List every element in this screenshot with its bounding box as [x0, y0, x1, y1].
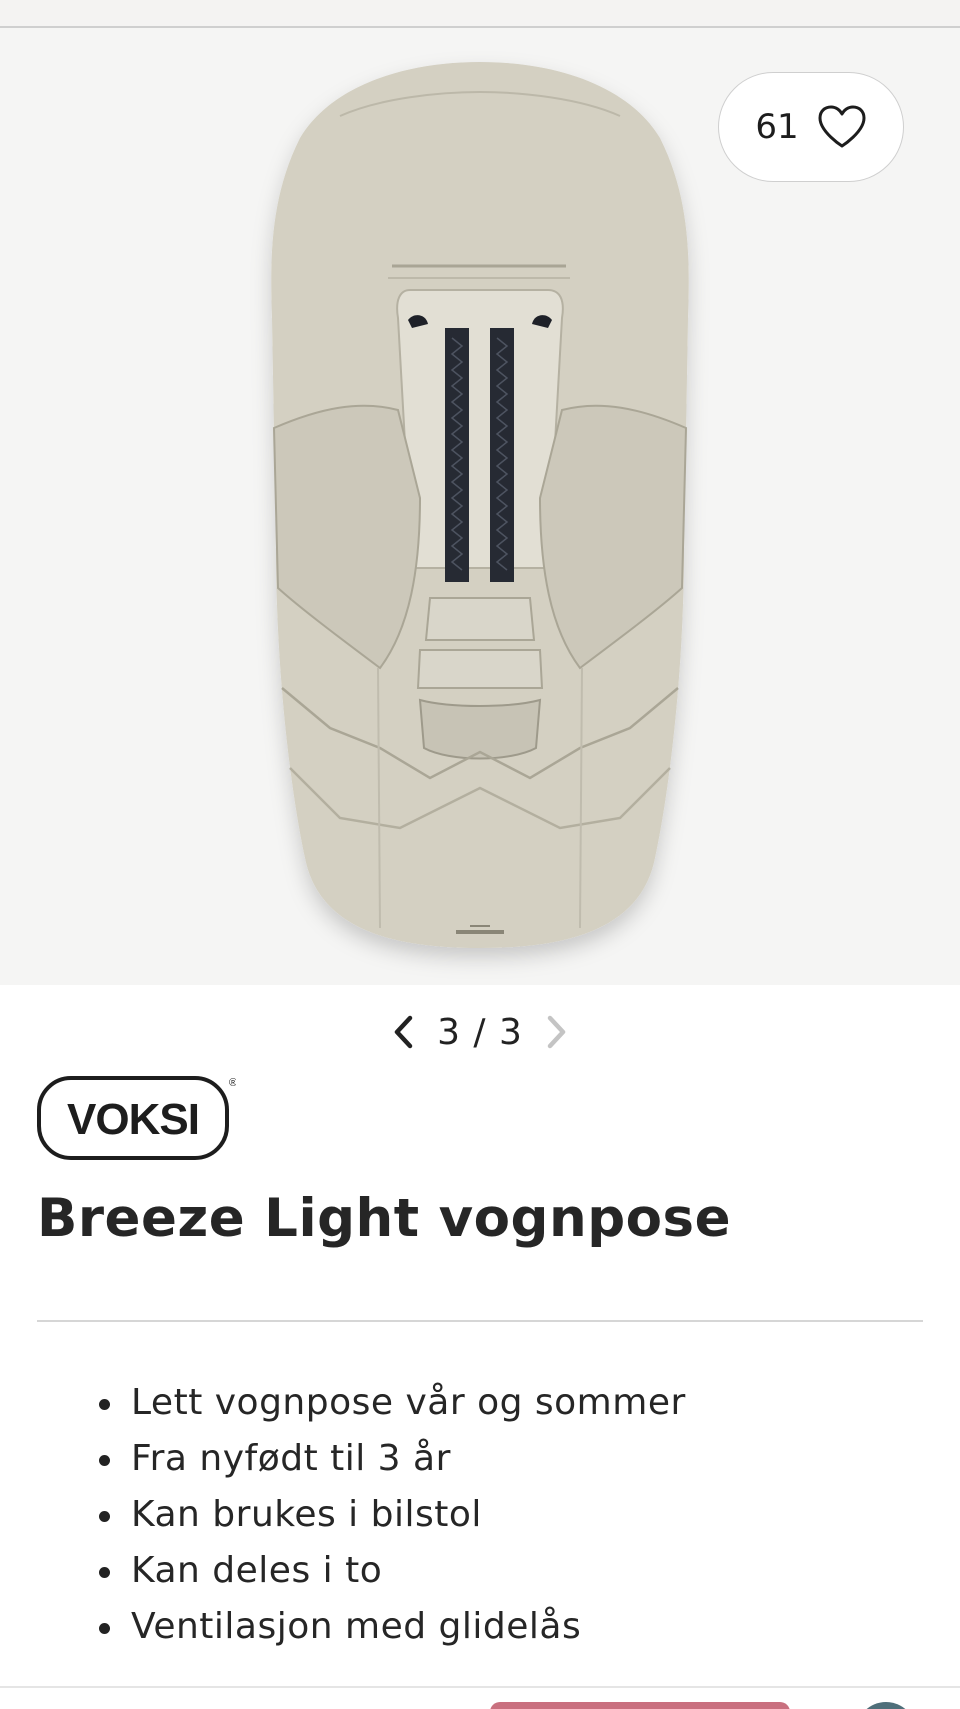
- gallery-counter: 3 / 3: [437, 1012, 523, 1053]
- bottom-divider: [0, 1686, 960, 1688]
- gallery-current: 3: [437, 1011, 461, 1053]
- next-image-button[interactable]: [537, 1007, 577, 1057]
- product-image-gallery[interactable]: 61: [0, 28, 960, 985]
- feature-item: Lett vognpose vår og sommer: [97, 1375, 686, 1431]
- heart-icon: [818, 105, 866, 148]
- chevron-right-icon: [547, 1015, 566, 1049]
- favorite-button[interactable]: 61: [718, 72, 904, 182]
- bottom-round-button[interactable]: [856, 1702, 916, 1709]
- top-bar: [0, 0, 960, 28]
- feature-item: Kan deles i to: [97, 1543, 686, 1599]
- divider: [37, 1320, 923, 1322]
- brand-logo[interactable]: VOKSI ®: [36, 1074, 236, 1164]
- brand-registered-mark: ®: [229, 1077, 236, 1089]
- feature-item: Fra nyfødt til 3 år: [97, 1431, 686, 1487]
- gallery-pager: 3 / 3: [0, 1002, 960, 1062]
- product-title: Breeze Light vognpose: [37, 1188, 732, 1249]
- bottom-action-button[interactable]: [490, 1702, 790, 1709]
- favorite-count: 61: [755, 107, 799, 147]
- chevron-left-icon: [394, 1015, 413, 1049]
- previous-image-button[interactable]: [383, 1007, 423, 1057]
- feature-list: Lett vognpose vår og sommer Fra nyfødt t…: [97, 1375, 686, 1655]
- feature-item: Ventilasjon med glidelås: [97, 1599, 686, 1655]
- gallery-total: 3: [499, 1011, 523, 1053]
- brand-logo-text: VOKSI: [67, 1095, 199, 1144]
- feature-item: Kan brukes i bilstol: [97, 1487, 686, 1543]
- gallery-separator: /: [473, 1011, 487, 1053]
